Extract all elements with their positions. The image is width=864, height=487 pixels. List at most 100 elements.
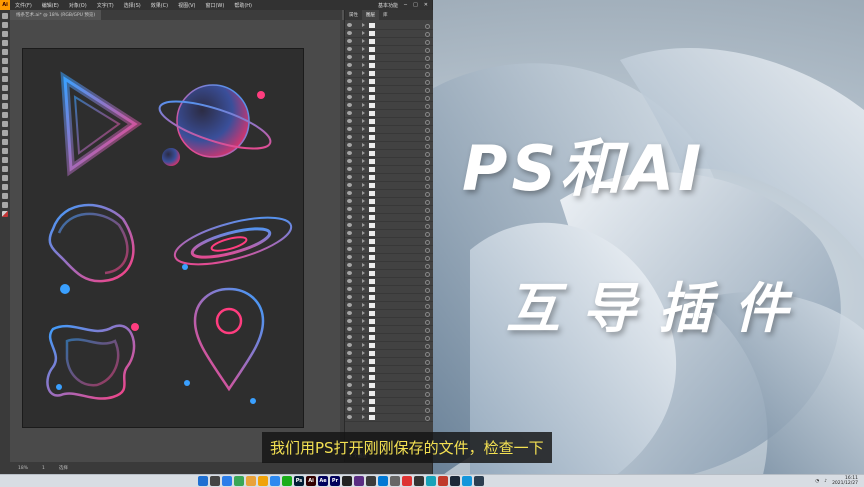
menu-select[interactable]: 选择(S) bbox=[119, 2, 146, 9]
taskbar-app-icon[interactable] bbox=[378, 476, 388, 486]
visibility-eye-icon[interactable] bbox=[347, 279, 352, 283]
layer-row[interactable] bbox=[345, 182, 433, 190]
visibility-eye-icon[interactable] bbox=[347, 199, 352, 203]
visibility-eye-icon[interactable] bbox=[347, 415, 352, 419]
target-circle-icon[interactable] bbox=[425, 152, 430, 157]
width-tool-icon[interactable] bbox=[2, 130, 8, 136]
type-tool-icon[interactable] bbox=[2, 58, 8, 64]
taskbar-app-icon[interactable] bbox=[402, 476, 412, 486]
expand-arrow-icon[interactable] bbox=[362, 135, 365, 139]
target-circle-icon[interactable] bbox=[425, 184, 430, 189]
target-circle-icon[interactable] bbox=[425, 96, 430, 101]
expand-arrow-icon[interactable] bbox=[362, 383, 365, 387]
target-circle-icon[interactable] bbox=[425, 400, 430, 405]
target-circle-icon[interactable] bbox=[425, 376, 430, 381]
target-circle-icon[interactable] bbox=[425, 88, 430, 93]
visibility-eye-icon[interactable] bbox=[347, 111, 352, 115]
visibility-eye-icon[interactable] bbox=[347, 79, 352, 83]
target-circle-icon[interactable] bbox=[425, 296, 430, 301]
taskbar-app-icon[interactable] bbox=[270, 476, 280, 486]
expand-arrow-icon[interactable] bbox=[362, 351, 365, 355]
hand-tool-icon[interactable] bbox=[2, 193, 8, 199]
menu-object[interactable]: 对象(O) bbox=[64, 2, 92, 9]
layer-row[interactable] bbox=[345, 414, 433, 422]
layer-row[interactable] bbox=[345, 62, 433, 70]
expand-arrow-icon[interactable] bbox=[362, 263, 365, 267]
layer-row[interactable] bbox=[345, 294, 433, 302]
visibility-eye-icon[interactable] bbox=[347, 383, 352, 387]
target-circle-icon[interactable] bbox=[425, 408, 430, 413]
layer-row[interactable] bbox=[345, 70, 433, 78]
target-circle-icon[interactable] bbox=[425, 160, 430, 165]
target-circle-icon[interactable] bbox=[425, 72, 430, 77]
layer-row[interactable] bbox=[345, 118, 433, 126]
expand-arrow-icon[interactable] bbox=[362, 255, 365, 259]
expand-arrow-icon[interactable] bbox=[362, 95, 365, 99]
layer-row[interactable] bbox=[345, 30, 433, 38]
expand-arrow-icon[interactable] bbox=[362, 183, 365, 187]
layer-row[interactable] bbox=[345, 406, 433, 414]
artboard[interactable] bbox=[22, 48, 304, 428]
layer-row[interactable] bbox=[345, 78, 433, 86]
layer-row[interactable] bbox=[345, 302, 433, 310]
visibility-eye-icon[interactable] bbox=[347, 159, 352, 163]
layer-row[interactable] bbox=[345, 38, 433, 46]
wifi-icon[interactable]: ◔ bbox=[815, 479, 819, 484]
visibility-eye-icon[interactable] bbox=[347, 47, 352, 51]
menu-help[interactable]: 帮助(H) bbox=[229, 2, 257, 9]
target-circle-icon[interactable] bbox=[425, 320, 430, 325]
target-circle-icon[interactable] bbox=[425, 176, 430, 181]
expand-arrow-icon[interactable] bbox=[362, 319, 365, 323]
target-circle-icon[interactable] bbox=[425, 240, 430, 245]
expand-arrow-icon[interactable] bbox=[362, 399, 365, 403]
target-circle-icon[interactable] bbox=[425, 384, 430, 389]
target-circle-icon[interactable] bbox=[425, 232, 430, 237]
canvas-area[interactable] bbox=[10, 20, 342, 462]
visibility-eye-icon[interactable] bbox=[347, 135, 352, 139]
selection-tool-icon[interactable] bbox=[2, 13, 8, 19]
visibility-eye-icon[interactable] bbox=[347, 303, 352, 307]
expand-arrow-icon[interactable] bbox=[362, 55, 365, 59]
layer-row[interactable] bbox=[345, 278, 433, 286]
visibility-eye-icon[interactable] bbox=[347, 183, 352, 187]
target-circle-icon[interactable] bbox=[425, 104, 430, 109]
menu-window[interactable]: 窗口(W) bbox=[200, 2, 229, 9]
target-circle-icon[interactable] bbox=[425, 280, 430, 285]
expand-arrow-icon[interactable] bbox=[362, 335, 365, 339]
menu-type[interactable]: 文字(T) bbox=[92, 2, 119, 9]
curvature-tool-icon[interactable] bbox=[2, 49, 8, 55]
eyedropper-tool-icon[interactable] bbox=[2, 166, 8, 172]
expand-arrow-icon[interactable] bbox=[362, 391, 365, 395]
visibility-eye-icon[interactable] bbox=[347, 407, 352, 411]
taskbar-app-icon[interactable]: Ae bbox=[318, 476, 328, 486]
visibility-eye-icon[interactable] bbox=[347, 23, 352, 27]
layer-row[interactable] bbox=[345, 22, 433, 30]
target-circle-icon[interactable] bbox=[425, 312, 430, 317]
taskbar-app-icon[interactable] bbox=[354, 476, 364, 486]
layer-row[interactable] bbox=[345, 54, 433, 62]
pencil-tool-icon[interactable] bbox=[2, 94, 8, 100]
rectangle-tool-icon[interactable] bbox=[2, 76, 8, 82]
target-circle-icon[interactable] bbox=[425, 304, 430, 309]
expand-arrow-icon[interactable] bbox=[362, 119, 365, 123]
taskbar-app-icon[interactable] bbox=[246, 476, 256, 486]
layer-row[interactable] bbox=[345, 102, 433, 110]
visibility-eye-icon[interactable] bbox=[347, 63, 352, 67]
expand-arrow-icon[interactable] bbox=[362, 39, 365, 43]
expand-arrow-icon[interactable] bbox=[362, 111, 365, 115]
layer-row[interactable] bbox=[345, 390, 433, 398]
visibility-eye-icon[interactable] bbox=[347, 263, 352, 267]
visibility-eye-icon[interactable] bbox=[347, 311, 352, 315]
target-circle-icon[interactable] bbox=[425, 288, 430, 293]
expand-arrow-icon[interactable] bbox=[362, 159, 365, 163]
visibility-eye-icon[interactable] bbox=[347, 39, 352, 43]
expand-arrow-icon[interactable] bbox=[362, 239, 365, 243]
layer-row[interactable] bbox=[345, 86, 433, 94]
document-tab[interactable]: 线条艺术.ai* @ 18% (RGB/GPU 预览) bbox=[10, 10, 102, 20]
layer-row[interactable] bbox=[345, 206, 433, 214]
fill-stroke-swatch-icon[interactable] bbox=[2, 211, 8, 217]
layer-row[interactable] bbox=[345, 382, 433, 390]
visibility-eye-icon[interactable] bbox=[347, 391, 352, 395]
menu-effect[interactable]: 效果(C) bbox=[146, 2, 173, 9]
taskbar-app-icon[interactable] bbox=[414, 476, 424, 486]
